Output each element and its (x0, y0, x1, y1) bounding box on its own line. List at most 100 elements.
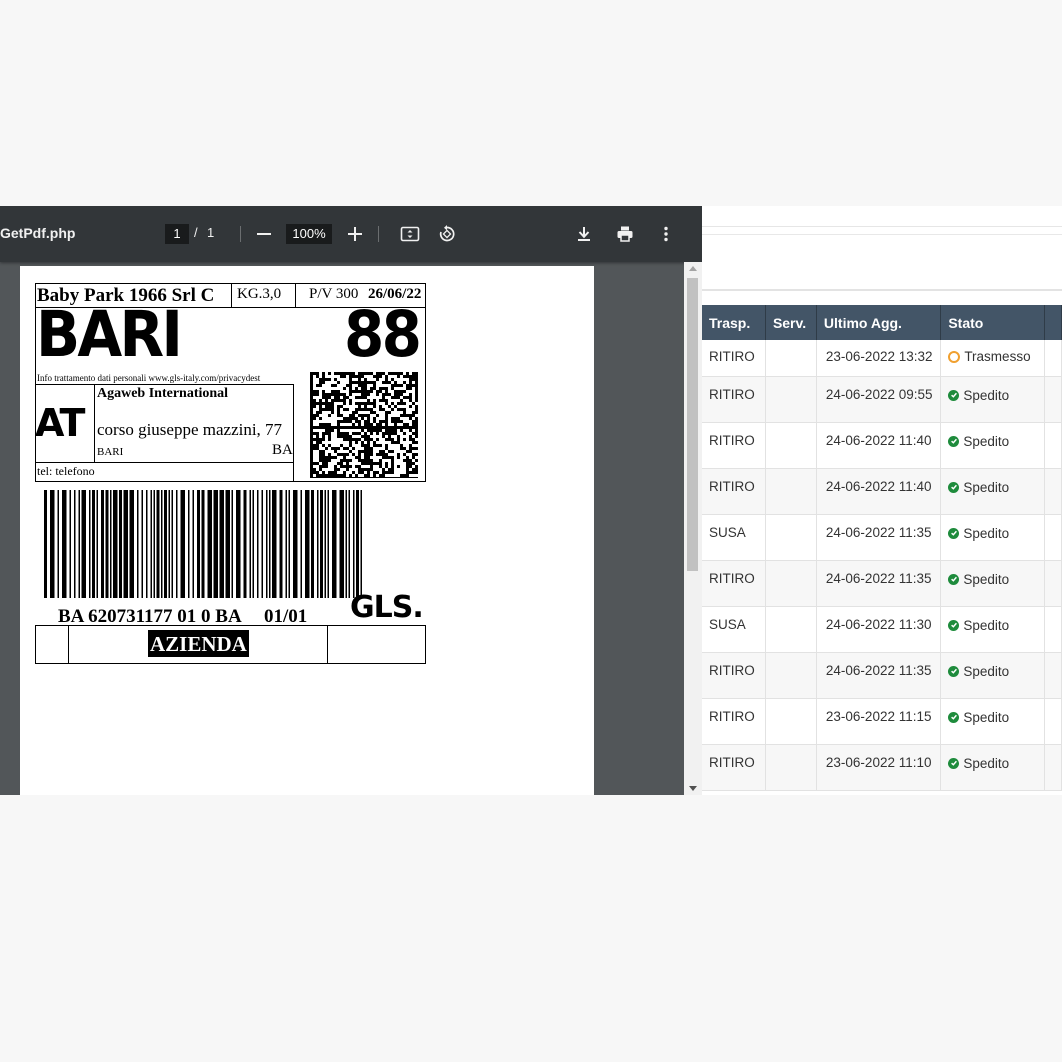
table-row[interactable]: RITIRO 23-06-2022 13:32 Trasmesso (702, 340, 1062, 377)
recipient-address: corso giuseppe mazzini, 77 (97, 420, 283, 439)
table-row[interactable]: SUSA 24-06-2022 11:30 Spedito (702, 606, 1062, 653)
datamatrix-code (310, 372, 418, 478)
cell-last-update: 24-06-2022 11:35 (816, 514, 942, 561)
check-circle-icon (948, 665, 960, 677)
cell-last-update: 24-06-2022 11:40 (816, 468, 942, 515)
recipient-name: Agaweb International (97, 386, 229, 401)
cell-status: Trasmesso (940, 340, 1045, 377)
table-row[interactable]: SUSA 24-06-2022 11:35 Spedito (702, 514, 1062, 561)
cell-trasp: RITIRO (702, 468, 766, 515)
col-header-more (1044, 305, 1062, 340)
cell-serv (765, 340, 817, 377)
cell-serv (765, 744, 817, 791)
check-circle-icon (948, 389, 960, 401)
cell-status: Spedito (940, 376, 1045, 423)
delivery-type: AZIENDA (148, 630, 249, 657)
check-circle-icon (948, 573, 960, 585)
col-header-stato[interactable]: Stato (940, 305, 1045, 340)
print-icon[interactable] (613, 222, 637, 246)
cell-trasp: RITIRO (702, 422, 766, 469)
cell-more (1044, 560, 1062, 607)
pdf-toolbar: GetPdf.php 1 / 1 100% (0, 206, 702, 262)
code-side: AT (35, 401, 85, 445)
destination-city: BARI (36, 298, 183, 371)
scroll-thumb[interactable] (687, 278, 698, 571)
cell-serv (765, 560, 817, 607)
cell-more (1044, 698, 1062, 745)
status-label: Spedito (963, 617, 1010, 633)
cell-serv (765, 606, 817, 653)
table-row[interactable]: RITIRO 23-06-2022 11:10 Spedito (702, 744, 1062, 791)
table-row[interactable]: RITIRO 24-06-2022 11:40 Spedito (702, 422, 1062, 469)
cell-more (1044, 376, 1062, 423)
table-row[interactable]: RITIRO 24-06-2022 11:35 Spedito (702, 652, 1062, 699)
page-number-input[interactable]: 1 (165, 224, 189, 244)
cell-status: Spedito (940, 422, 1045, 469)
recipient-province: BA (272, 442, 293, 458)
cell-status: Spedito (940, 468, 1045, 515)
check-circle-icon (948, 527, 960, 539)
cell-trasp: SUSA (702, 606, 766, 653)
file-name: GetPdf.php (0, 225, 76, 241)
status-label: Trasmesso (964, 349, 1031, 364)
zoom-level-input[interactable]: 100% (286, 224, 332, 244)
status-label: Spedito (963, 663, 1010, 679)
toolbar-divider (378, 226, 379, 242)
cell-more (1044, 422, 1062, 469)
cell-last-update: 24-06-2022 11:35 (816, 560, 942, 607)
fit-page-icon[interactable] (398, 222, 422, 246)
check-circle-icon (948, 435, 960, 447)
cell-more (1044, 340, 1062, 377)
status-label: Spedito (963, 755, 1010, 771)
page-separator: / (194, 225, 198, 240)
status-label: Spedito (963, 387, 1010, 403)
pending-circle-icon (948, 350, 961, 363)
cell-serv (765, 468, 817, 515)
cell-status: Spedito (940, 698, 1045, 745)
zoom-out-icon[interactable] (252, 222, 276, 246)
zoom-in-icon[interactable] (343, 222, 367, 246)
more-options-icon[interactable] (654, 222, 678, 246)
check-circle-icon (948, 481, 960, 493)
table-row[interactable]: RITIRO 24-06-2022 11:35 Spedito (702, 560, 1062, 607)
pdf-scrollbar[interactable] (684, 262, 702, 795)
scroll-up-arrow-icon[interactable] (689, 266, 697, 271)
cell-trasp: RITIRO (702, 698, 766, 745)
table-row[interactable]: RITIRO 24-06-2022 11:40 Spedito (702, 468, 1062, 515)
cell-trasp: RITIRO (702, 744, 766, 791)
pdf-page: Baby Park 1966 Srl C KG.3,0 P/V 300 26/0… (20, 266, 594, 795)
download-icon[interactable] (572, 222, 596, 246)
shipments-table: Trasp. Serv. Ultimo Agg. Stato RITIRO 23-… (702, 305, 1062, 791)
privacy-note: Info trattamento dati personali www.gls-… (37, 373, 261, 383)
check-circle-icon (948, 711, 960, 723)
cell-serv (765, 652, 817, 699)
app-filter-bar (702, 234, 1062, 291)
shipments-panel: Trasp. Serv. Ultimo Agg. Stato RITIRO 23-… (702, 206, 1062, 795)
table-row[interactable]: RITIRO 23-06-2022 11:15 Spedito (702, 698, 1062, 745)
pdf-viewer: GetPdf.php 1 / 1 100% Baby Park 1966 Srl… (0, 206, 702, 795)
cell-more (1044, 468, 1062, 515)
app-topbar (702, 206, 1062, 227)
col-header-serv[interactable]: Serv. (765, 305, 817, 340)
phone: tel: telefono (37, 464, 95, 478)
carrier-logo: GLS. (350, 590, 424, 625)
recipient-city: BARI (97, 446, 124, 458)
status-label: Spedito (963, 709, 1010, 725)
cell-more (1044, 744, 1062, 791)
col-header-ultimo-agg[interactable]: Ultimo Agg. (816, 305, 942, 340)
col-header-trasp[interactable]: Trasp. (702, 305, 766, 340)
zone-number: 88 (344, 298, 422, 371)
cell-trasp: RITIRO (702, 340, 766, 377)
rotate-icon[interactable] (435, 222, 459, 246)
cell-last-update: 23-06-2022 13:32 (816, 340, 942, 377)
table-row[interactable]: RITIRO 24-06-2022 09:55 Spedito (702, 376, 1062, 423)
status-label: Spedito (963, 479, 1010, 495)
cell-last-update: 24-06-2022 11:40 (816, 422, 942, 469)
cell-more (1044, 606, 1062, 653)
cell-trasp: RITIRO (702, 652, 766, 699)
check-circle-icon (948, 757, 960, 769)
cell-serv (765, 698, 817, 745)
scroll-down-arrow-icon[interactable] (689, 786, 697, 791)
cell-last-update: 23-06-2022 11:15 (816, 698, 942, 745)
cell-status: Spedito (940, 606, 1045, 653)
